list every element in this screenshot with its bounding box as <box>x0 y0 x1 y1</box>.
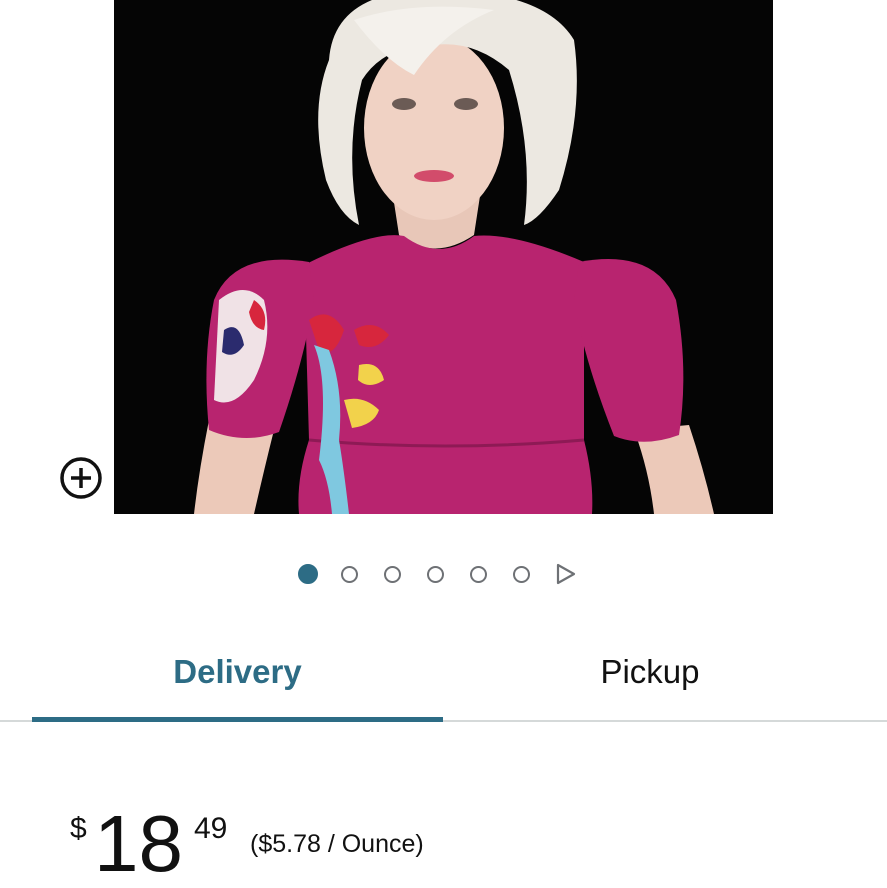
carousel-dot-5[interactable] <box>470 565 487 583</box>
product-photo-illustration <box>114 0 773 514</box>
product-image[interactable] <box>114 0 773 514</box>
image-carousel-indicator[interactable] <box>298 563 576 585</box>
tab-delivery[interactable]: Delivery <box>32 624 443 720</box>
carousel-dot-2[interactable] <box>341 565 358 583</box>
tab-pickup[interactable]: Pickup <box>443 624 857 720</box>
zoom-in-icon <box>60 457 102 499</box>
price-whole: 18 <box>94 799 183 888</box>
carousel-dot-1[interactable] <box>298 564 318 584</box>
carousel-dot-6[interactable] <box>513 565 530 583</box>
carousel-dot-3[interactable] <box>384 565 401 583</box>
active-tab-indicator <box>32 717 443 722</box>
unit-price: ($5.78 / Ounce) <box>250 830 424 858</box>
fulfillment-tabs: Delivery Pickup <box>0 624 887 722</box>
play-triangle-icon[interactable] <box>556 563 576 585</box>
zoom-button[interactable] <box>52 448 114 506</box>
price-currency: $ <box>70 812 87 845</box>
price-fraction: 49 <box>194 812 228 845</box>
carousel-dot-4[interactable] <box>427 565 444 583</box>
